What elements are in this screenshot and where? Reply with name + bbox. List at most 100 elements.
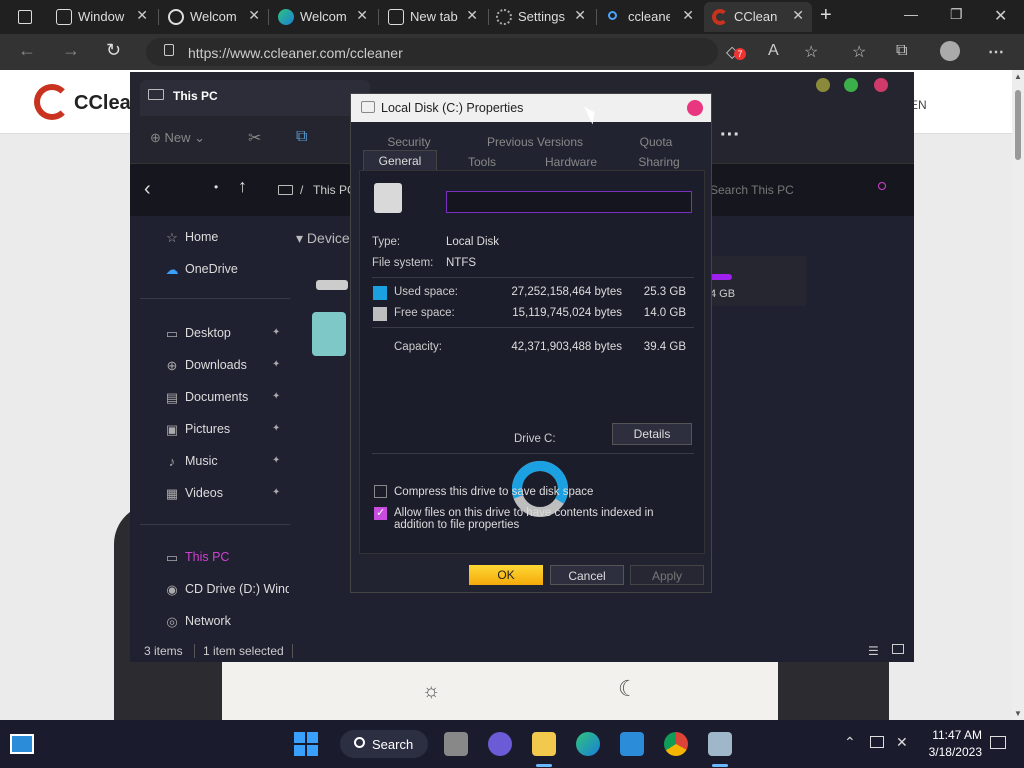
- sidebar-item-pictures[interactable]: ▣ Pictures ✦: [140, 418, 290, 442]
- page-scrollbar[interactable]: ▲ ▼: [1012, 70, 1024, 720]
- compress-checkbox[interactable]: [374, 485, 387, 498]
- widgets-icon[interactable]: [10, 734, 34, 754]
- index-label[interactable]: Allow files on this drive to have conten…: [394, 507, 694, 531]
- sidebar-item-videos[interactable]: ▦ Videos ✦: [140, 482, 290, 506]
- tab-window[interactable]: Window ✕: [48, 2, 156, 32]
- tab-hardware[interactable]: Hardware: [525, 152, 617, 172]
- add-favorite-icon[interactable]: ☆: [804, 42, 818, 62]
- close-window-icon[interactable]: ✕: [994, 6, 1007, 26]
- close-icon[interactable]: ✕: [792, 7, 804, 24]
- tab-actions-button[interactable]: [10, 6, 38, 28]
- read-aloud-icon[interactable]: A: [768, 42, 779, 60]
- refresh-icon[interactable]: ↻: [106, 40, 121, 61]
- chevron-up-icon[interactable]: ⌃: [844, 734, 856, 751]
- details-button[interactable]: Details: [612, 423, 692, 445]
- back-icon[interactable]: ←: [18, 40, 36, 61]
- url-text[interactable]: https://www.ccleaner.com/ccleaner: [188, 45, 403, 61]
- file-explorer-icon[interactable]: [532, 732, 556, 756]
- pin-icon[interactable]: ✦: [272, 391, 280, 402]
- network-icon[interactable]: [870, 736, 884, 748]
- copy-icon[interactable]: ⧉: [296, 128, 307, 146]
- sidebar-item-desktop[interactable]: ▭ Desktop ✦: [140, 322, 290, 346]
- pin-icon[interactable]: ✦: [272, 423, 280, 434]
- drive-name-field[interactable]: [446, 191, 692, 213]
- drive-tile[interactable]: 4 GB: [706, 256, 806, 306]
- close-button[interactable]: [874, 78, 888, 92]
- usb-drive-icon[interactable]: [708, 732, 732, 756]
- tab-welcome-2[interactable]: Welcom ✕: [270, 2, 376, 32]
- tab-security[interactable]: Security: [359, 132, 459, 152]
- collections-icon[interactable]: ⧉: [896, 42, 907, 60]
- index-checkbox[interactable]: [374, 506, 387, 520]
- explorer-tab[interactable]: This PC: [140, 80, 370, 116]
- apply-button[interactable]: Apply: [630, 565, 704, 585]
- tab-ccleaner[interactable]: CCleane ✕: [704, 2, 812, 32]
- close-icon[interactable]: ✕: [136, 7, 148, 24]
- up-icon[interactable]: ↑: [238, 176, 247, 197]
- sidebar-item-network[interactable]: ◎ Network: [140, 610, 290, 634]
- tab-tools[interactable]: Tools: [439, 152, 525, 172]
- tab-settings[interactable]: Settings ✕: [488, 2, 594, 32]
- cd-drive-icon[interactable]: [312, 312, 346, 356]
- compress-label[interactable]: Compress this drive to save disk space: [394, 486, 593, 498]
- close-icon[interactable]: ✕: [248, 7, 260, 24]
- pin-icon[interactable]: ✦: [272, 455, 280, 466]
- ccleaner-logo[interactable]: [34, 84, 70, 120]
- mute-icon[interactable]: ✕: [896, 734, 908, 751]
- sidebar-item-cd-drive[interactable]: ◉ CD Drive (D:) Windo: [140, 578, 290, 602]
- tab-ccleaner-search[interactable]: ccleaner ✕: [598, 2, 702, 32]
- tab-welcome-1[interactable]: Welcom ✕: [160, 2, 268, 32]
- sidebar-item-this-pc[interactable]: ▭ This PC: [140, 546, 290, 570]
- favorites-icon[interactable]: ☆: [852, 42, 866, 62]
- close-icon[interactable]: ✕: [466, 7, 478, 24]
- url-field[interactable]: https://www.ccleaner.com/ccleaner: [146, 38, 718, 66]
- tiles-view-icon[interactable]: [892, 644, 904, 654]
- chat-icon[interactable]: [488, 732, 512, 756]
- close-icon[interactable]: ✕: [682, 7, 694, 24]
- sidebar-item-documents[interactable]: ▤ Documents ✦: [140, 386, 290, 410]
- sidebar-item-downloads[interactable]: ⊕ Downloads ✦: [140, 354, 290, 378]
- close-icon[interactable]: ✕: [356, 7, 368, 24]
- taskbar-search[interactable]: Search: [340, 730, 428, 758]
- lock-icon[interactable]: [164, 44, 174, 56]
- ok-button[interactable]: OK: [469, 565, 543, 585]
- maximize-button[interactable]: [844, 78, 858, 92]
- details-view-icon[interactable]: ☰: [868, 644, 879, 658]
- clock-time[interactable]: 11:47 AM: [928, 728, 982, 742]
- pin-icon[interactable]: ✦: [272, 487, 280, 498]
- more-options-button[interactable]: ···: [720, 124, 740, 147]
- avatar[interactable]: [940, 41, 960, 61]
- edge-icon[interactable]: [576, 732, 600, 756]
- pin-icon[interactable]: ✦: [272, 359, 280, 370]
- store-icon[interactable]: [620, 732, 644, 756]
- sidebar-item-home[interactable]: ☆ Home: [140, 226, 290, 250]
- scroll-up-icon[interactable]: ▲: [1014, 72, 1022, 81]
- sidebar-item-music[interactable]: ♪ Music ✦: [140, 450, 290, 474]
- restore-icon[interactable]: ❐: [950, 6, 963, 23]
- sidebar-item-onedrive[interactable]: ☁ OneDrive: [140, 258, 290, 282]
- scroll-down-icon[interactable]: ▼: [1014, 709, 1022, 718]
- minimize-button[interactable]: [816, 78, 830, 92]
- new-button[interactable]: ⊕ New ⌄: [150, 130, 205, 146]
- devices-section-header[interactable]: ▾ Device: [296, 230, 350, 247]
- new-tab-button[interactable]: +: [820, 4, 832, 27]
- tab-sharing[interactable]: Sharing: [617, 152, 701, 172]
- pin-icon[interactable]: ✦: [272, 327, 280, 338]
- dialog-titlebar[interactable]: Local Disk (C:) Properties: [351, 94, 711, 122]
- tab-new-tab[interactable]: New tab ✕: [380, 2, 486, 32]
- tab-general[interactable]: General: [363, 150, 437, 170]
- task-view-icon[interactable]: [444, 732, 468, 756]
- search-input[interactable]: Search This PC: [708, 174, 904, 206]
- back-icon[interactable]: ‹: [144, 178, 151, 201]
- close-icon[interactable]: ✕: [574, 7, 586, 24]
- chrome-icon[interactable]: [664, 732, 688, 756]
- scroll-thumb[interactable]: [1015, 90, 1021, 160]
- tab-quota[interactable]: Quota: [611, 132, 701, 152]
- search-icon[interactable]: [878, 182, 886, 190]
- cut-icon[interactable]: ✂: [248, 128, 261, 148]
- close-button[interactable]: [687, 100, 703, 116]
- minimize-icon[interactable]: —: [904, 6, 918, 22]
- forward-icon[interactable]: •: [214, 180, 218, 194]
- notification-icon[interactable]: [990, 736, 1006, 749]
- forward-icon[interactable]: →: [62, 40, 80, 61]
